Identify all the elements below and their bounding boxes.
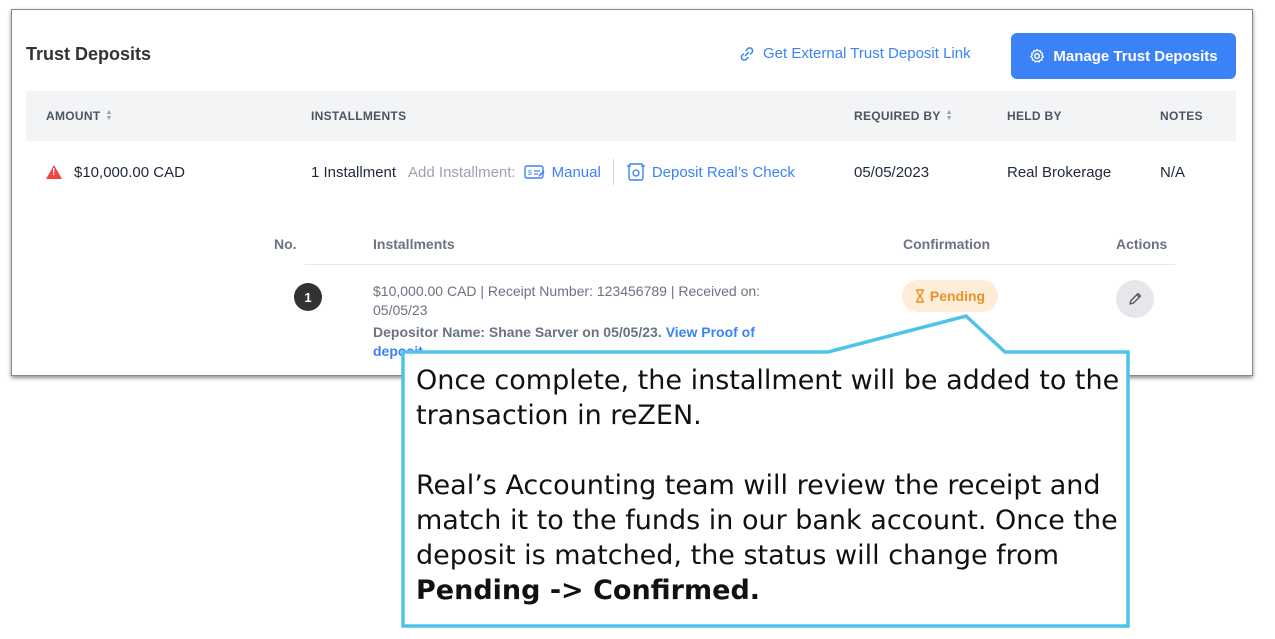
depositor-line: Depositor Name: Shane Sarver on 05/05/23… [373, 323, 793, 361]
installments-header-no: No. [274, 236, 297, 252]
callout-emphasis: Pending -> Confirmed. [416, 575, 761, 606]
header-required-by[interactable]: REQUIRED BY ▲ ▼ [854, 91, 953, 141]
header-held-by-label: HELD BY [1007, 109, 1062, 123]
deposit-check-label: Deposit Real’s Check [651, 163, 795, 181]
amount-cell: $10,000.00 CAD [46, 150, 185, 194]
table-row: $10,000.00 CAD 1 Installment Add Install… [26, 150, 1236, 194]
pencil-icon [1129, 292, 1142, 305]
header-installments-label: INSTALLMENTS [311, 109, 407, 123]
panel-title: Trust Deposits [26, 44, 152, 64]
callout-paragraph-2-text: Real’s Accounting team will review the r… [416, 470, 1118, 571]
deposit-check-button[interactable]: Deposit Real’s Check [626, 162, 795, 182]
header-amount[interactable]: AMOUNT ▲ ▼ [46, 91, 113, 141]
manual-installment-button[interactable]: $ Manual [523, 163, 601, 181]
header-installments: INSTALLMENTS [311, 91, 406, 141]
sort-icon: ▲ ▼ [945, 109, 953, 122]
check-deposit-icon [626, 163, 645, 181]
callout-text: Once complete, the installment will be a… [416, 363, 1120, 608]
installments-header-installments: Installments [373, 236, 455, 252]
header-notes: NOTES [1160, 91, 1203, 141]
required-by-cell: 05/05/2023 [854, 163, 930, 181]
callout-paragraph-1: Once complete, the installment will be a… [416, 365, 1120, 431]
manual-entry-icon: $ [523, 165, 545, 179]
manage-trust-deposits-button[interactable]: Manage Trust Deposits [1011, 33, 1236, 79]
header-amount-label: AMOUNT [46, 109, 101, 123]
sort-icon: ▲ ▼ [105, 109, 113, 122]
external-link-label: Get External Trust Deposit Link [763, 45, 971, 62]
header-notes-label: NOTES [1160, 109, 1203, 123]
depositor-text: Depositor Name: Shane Sarver on 05/05/23… [373, 324, 662, 340]
installments-header-confirmation: Confirmation [903, 236, 991, 252]
header-required-by-label: REQUIRED BY [854, 109, 941, 123]
installments-header-actions: Actions [1116, 236, 1168, 252]
installment-count: 1 Installment [311, 163, 397, 181]
add-installment-label: Add Installment: [408, 163, 516, 181]
divider [612, 159, 614, 185]
divider [305, 264, 1175, 265]
installments-cell: 1 Installment Add Installment: $ Manual [311, 150, 795, 194]
link-icon [740, 46, 754, 61]
edit-installment-button[interactable] [1116, 280, 1154, 318]
installment-details-text: $10,000.00 CAD | Receipt Number: 1234567… [373, 283, 761, 318]
warning-icon [46, 165, 62, 179]
status-badge: Pending [902, 280, 998, 312]
hourglass-icon [915, 289, 924, 303]
installment-details: $10,000.00 CAD | Receipt Number: 1234567… [373, 282, 793, 361]
amount-value: $10,000.00 CAD [74, 163, 185, 181]
svg-text:$: $ [528, 170, 532, 177]
notes-cell: N/A [1160, 163, 1186, 181]
installment-number: 1 [294, 283, 322, 311]
callout-paragraph-2: Real’s Accounting team will review the r… [416, 468, 1120, 608]
external-trust-deposit-link[interactable]: Get External Trust Deposit Link [739, 45, 971, 62]
status-label: Pending [929, 288, 986, 304]
held-by-cell: Real Brokerage [1007, 163, 1112, 181]
manual-label: Manual [551, 163, 601, 181]
gear-icon [1030, 48, 1045, 63]
manage-button-label: Manage Trust Deposits [1053, 47, 1218, 65]
table-header: AMOUNT ▲ ▼ INSTALLMENTS REQUIRED BY ▲ ▼ HE… [26, 91, 1236, 141]
header-held-by: HELD BY [1007, 91, 1062, 141]
trust-deposits-panel: Trust Deposits Get External Trust Deposi… [11, 9, 1253, 376]
